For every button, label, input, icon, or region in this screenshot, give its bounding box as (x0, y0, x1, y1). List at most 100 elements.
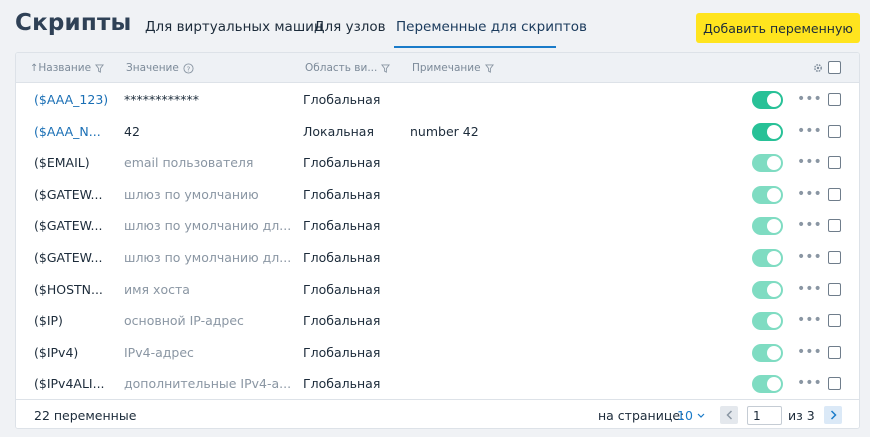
variable-name: ($HOSTN... (34, 281, 103, 297)
variable-note: number 42 (410, 123, 479, 139)
filter-icon[interactable] (381, 63, 391, 73)
add-variable-button[interactable]: Добавить переменную (696, 13, 860, 43)
svg-text:?: ? (186, 64, 190, 73)
tab-node-scripts[interactable]: Для узлов (314, 19, 386, 35)
active-tab-indicator (394, 46, 556, 48)
variable-value: IPv4-адрес (124, 344, 194, 360)
page-title: Скрипты (15, 10, 132, 36)
chevron-down-icon (697, 413, 705, 418)
row-checkbox[interactable] (828, 251, 841, 264)
enabled-toggle[interactable] (752, 312, 783, 331)
filter-icon[interactable] (484, 63, 494, 73)
variable-name: ($IP) (34, 313, 63, 329)
toggle-knob (767, 282, 781, 297)
more-actions-icon[interactable]: ••• (797, 343, 822, 361)
variable-value: шлюз по умолчанию дл... (124, 218, 290, 234)
row-checkbox[interactable] (828, 282, 841, 296)
enabled-toggle[interactable] (752, 280, 783, 299)
table-row: ($HOSTN... имя хоста Глобальная ••• (16, 274, 859, 306)
more-actions-icon[interactable]: ••• (797, 90, 822, 108)
variable-name: ($GATEW... (34, 250, 103, 265)
table-row: ($GATEW... шлюз по умолчанию Глобальная ••• (16, 179, 859, 211)
row-checkbox[interactable] (828, 124, 841, 138)
toggle-knob (767, 251, 781, 265)
more-actions-icon[interactable]: ••• (797, 248, 822, 266)
more-actions-icon[interactable]: ••• (797, 311, 822, 329)
gear-icon[interactable] (813, 63, 823, 73)
variable-value: email пользователя (124, 155, 254, 171)
more-actions-icon[interactable]: ••• (797, 216, 822, 234)
row-checkbox[interactable] (828, 187, 841, 201)
enabled-toggle[interactable] (752, 185, 783, 204)
filter-icon[interactable] (95, 63, 105, 73)
variable-scope: Глобальная (303, 376, 381, 392)
more-actions-icon[interactable]: ••• (797, 185, 822, 203)
enabled-toggle[interactable] (752, 375, 783, 394)
more-actions-icon[interactable]: ••• (797, 153, 822, 171)
select-all-checkbox[interactable] (828, 61, 841, 74)
help-icon[interactable]: ? (183, 62, 194, 74)
toggle-knob (767, 219, 781, 234)
toggle-knob (767, 377, 781, 392)
sort-asc-icon: ↑ (30, 62, 39, 74)
variable-name: ($IPv4) (34, 344, 79, 360)
variable-name: ($IPv4ALI... (34, 376, 105, 392)
toggle-knob (767, 314, 781, 329)
table-row: ($EMAIL) email пользователя Глобальная ••• (16, 147, 859, 179)
variable-scope: Глобальная (303, 218, 381, 234)
more-actions-icon[interactable]: ••• (797, 122, 822, 140)
more-actions-icon[interactable]: ••• (797, 374, 822, 392)
more-actions-icon[interactable]: ••• (797, 280, 822, 298)
column-scope-header[interactable]: Область ви... (305, 62, 391, 74)
table-row: ($IP) основной IP-адрес Глобальная ••• (16, 305, 859, 337)
table-header: ↑ Название Значение ? Область ви... Приме… (16, 53, 859, 83)
tab-script-variables[interactable]: Переменные для скриптов (396, 19, 587, 35)
row-checkbox[interactable] (828, 219, 841, 233)
variable-name: ($EMAIL) (34, 155, 90, 171)
table-footer: 22 переменные на странице: 10 из 3 (16, 399, 859, 428)
table-row: ($IPv4) IPv4-адрес Глобальная ••• (16, 337, 859, 369)
table-row: ($AAA_N... 42 Локальная number 42 ••• (16, 116, 859, 148)
enabled-toggle[interactable] (752, 343, 783, 362)
next-page-button[interactable] (824, 406, 842, 424)
enabled-toggle[interactable] (752, 91, 783, 109)
variable-scope: Глобальная (303, 186, 381, 202)
per-page-select[interactable]: 10 (677, 408, 705, 423)
page-header: Скрипты Для виртуальных машин Для узлов … (0, 0, 870, 52)
variable-scope: Глобальная (303, 281, 381, 297)
toggle-knob (767, 345, 781, 360)
column-name-header[interactable]: ↑ Название (30, 62, 105, 74)
enabled-toggle[interactable] (752, 154, 783, 173)
enabled-toggle[interactable] (752, 217, 783, 236)
variable-name[interactable]: ($AAA_N... (34, 124, 114, 139)
variable-value: дополнительные IPv4-а... (124, 376, 290, 392)
page-number-input[interactable] (747, 406, 782, 425)
toggle-knob (767, 187, 781, 202)
variable-value: шлюз по умолчанию дл... (124, 250, 290, 265)
column-note-header[interactable]: Примечание (412, 62, 494, 74)
enabled-toggle[interactable] (752, 249, 783, 267)
row-checkbox[interactable] (828, 156, 841, 170)
row-checkbox[interactable] (828, 93, 841, 106)
row-checkbox[interactable] (828, 314, 841, 328)
column-value-header: Значение ? (126, 62, 194, 74)
variable-value: 42 (124, 123, 140, 139)
enabled-toggle[interactable] (752, 122, 783, 141)
variable-value: ************ (124, 92, 199, 107)
variable-scope: Глобальная (303, 92, 381, 107)
total-count: 22 переменные (34, 408, 137, 423)
variable-name[interactable]: ($AAA_123) (34, 92, 114, 107)
row-checkbox[interactable] (828, 345, 841, 359)
toggle-knob (767, 93, 781, 107)
row-checkbox[interactable] (828, 377, 841, 391)
per-page-label: на странице: (598, 408, 685, 423)
tab-vm-scripts[interactable]: Для виртуальных машин (145, 19, 323, 35)
table-row: ($AAA_123) ************ Глобальная ••• (16, 84, 859, 116)
variable-scope: Глобальная (303, 250, 381, 265)
variable-value: шлюз по умолчанию (124, 186, 259, 202)
variable-scope: Глобальная (303, 155, 381, 171)
chevron-right-icon (830, 410, 837, 420)
variable-scope: Локальная (303, 123, 374, 139)
prev-page-button[interactable] (720, 406, 738, 424)
variable-name: ($GATEW... (34, 186, 103, 202)
